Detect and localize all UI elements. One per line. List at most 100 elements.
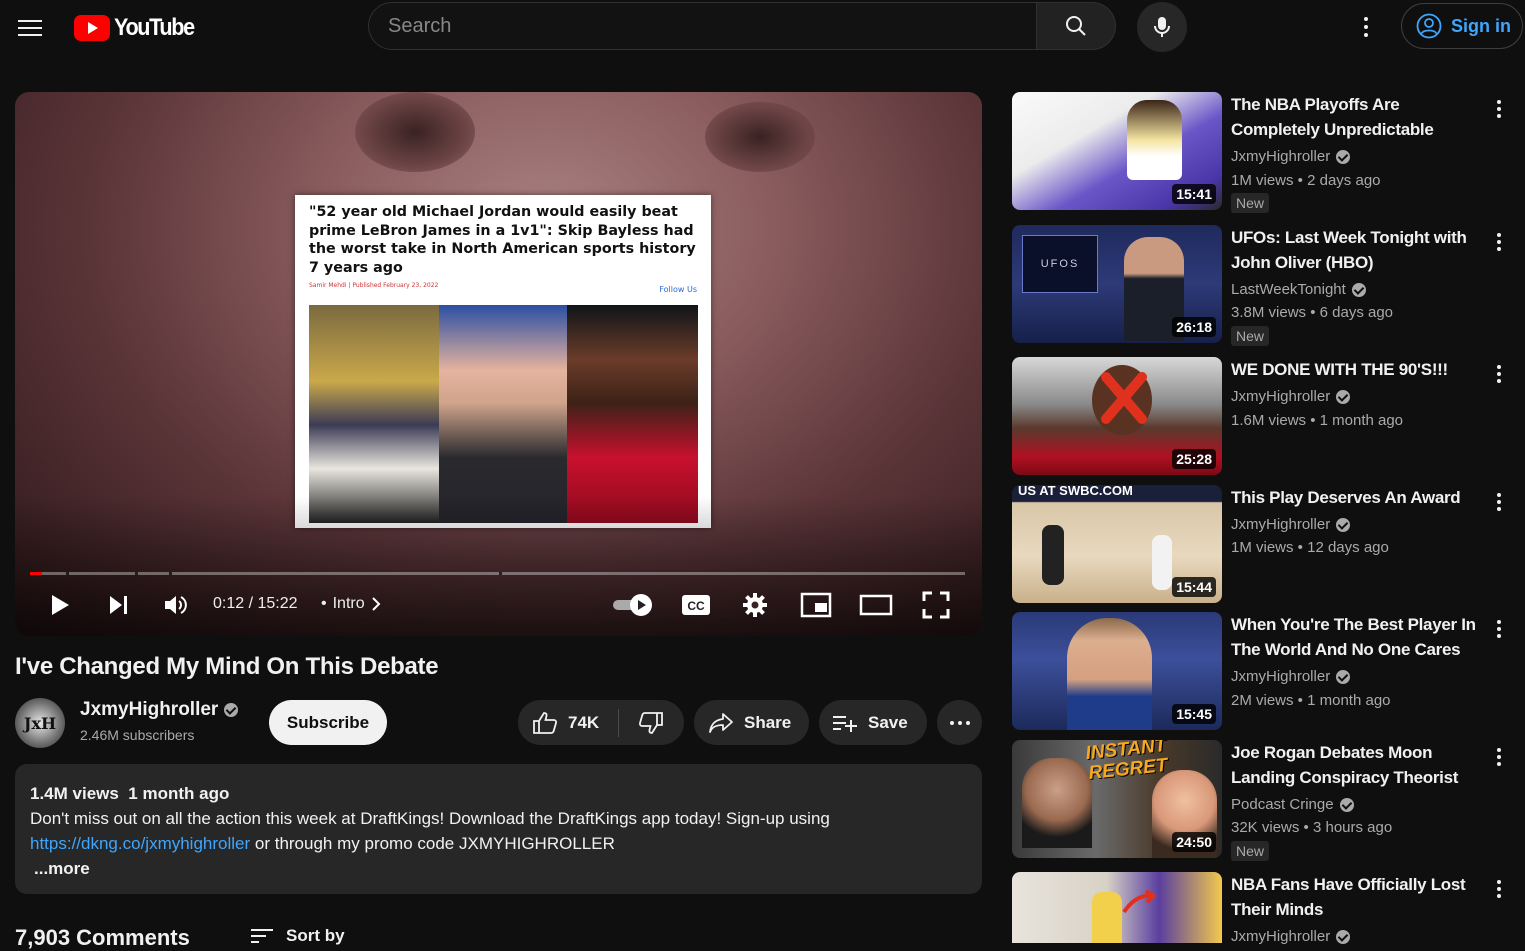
rec-age: 1 month ago — [1307, 692, 1391, 709]
recommendation-channel[interactable]: JxmyHighroller — [1231, 148, 1351, 165]
recommendation-title[interactable]: The NBA Playoffs Are Completely Unpredic… — [1231, 92, 1479, 142]
action-menu-icon[interactable] — [1493, 746, 1505, 768]
action-menu-icon[interactable] — [1493, 878, 1505, 900]
progress-bar[interactable] — [30, 572, 965, 575]
like-count: 74K — [568, 712, 600, 732]
recommendation-item[interactable]: INSTANT REGRET 24:50 Joe Rogan Debates M… — [1012, 740, 1512, 861]
rec-views: 32K views — [1231, 819, 1300, 836]
rec-age: 12 days ago — [1307, 539, 1389, 556]
progress-played — [30, 572, 43, 575]
description-link[interactable]: https://dkng.co/jxmyhighroller — [30, 834, 250, 853]
comments-count: 7,903 Comments — [15, 925, 190, 950]
miniplayer-button[interactable] — [799, 590, 833, 620]
channel-avatar[interactable]: JxH — [15, 698, 65, 748]
recommendation-title[interactable]: WE DONE WITH THE 90'S!!! — [1231, 357, 1479, 382]
verified-badge-icon — [1336, 669, 1351, 684]
recommendation-item[interactable]: US AT SWBC.COM 15:44 This Play Deserves … — [1012, 485, 1512, 603]
recommendation-item[interactable]: UFOS 26:18 UFOs: Last Week Tonight with … — [1012, 225, 1512, 346]
fullscreen-button[interactable] — [920, 590, 952, 620]
new-badge: New — [1231, 193, 1270, 213]
rec-views: 1M views — [1231, 539, 1294, 556]
theater-mode-button[interactable] — [858, 590, 894, 620]
verified-badge-icon — [1336, 517, 1351, 532]
description-line: https://dkng.co/jxmyhighroller or throug… — [30, 831, 967, 856]
recommendation-channel[interactable]: Podcast Cringe — [1231, 796, 1354, 813]
video-thumbnail[interactable]: 25:28 — [1012, 357, 1222, 475]
search-box — [368, 2, 1036, 50]
play-button[interactable] — [45, 590, 75, 620]
recommendation-title[interactable]: UFOs: Last Week Tonight with John Oliver… — [1231, 225, 1479, 275]
recommendation-channel[interactable]: JxmyHighroller — [1231, 928, 1351, 945]
action-menu-icon[interactable] — [1493, 491, 1505, 513]
video-duration: 15:44 — [1172, 577, 1216, 597]
dislike-button[interactable] — [619, 700, 683, 745]
video-duration: 25:28 — [1172, 449, 1216, 469]
video-player[interactable]: "52 year old Michael Jordan would easily… — [15, 92, 982, 636]
description-box[interactable]: 1.4M views 1 month ago Don't miss out on… — [15, 764, 982, 894]
search-button[interactable] — [1036, 2, 1116, 50]
action-menu-icon[interactable] — [1493, 231, 1505, 253]
recommendation-item[interactable]: 25:28 WE DONE WITH THE 90'S!!! JxmyHighr… — [1012, 357, 1512, 475]
video-thumbnail[interactable] — [1012, 872, 1222, 943]
recommendation-item[interactable]: 15:45 When You're The Best Player In The… — [1012, 612, 1512, 730]
recommendation-channel[interactable]: JxmyHighroller — [1231, 388, 1351, 405]
menu-icon[interactable] — [18, 16, 42, 36]
play-icon — [52, 595, 69, 615]
recommendation-title[interactable]: When You're The Best Player In The World… — [1231, 612, 1479, 662]
logo-text: YouTube — [114, 14, 195, 41]
current-time: 0:12 — [213, 595, 245, 612]
recommendation-channel[interactable]: JxmyHighroller — [1231, 668, 1351, 685]
action-menu-icon[interactable] — [1493, 618, 1505, 640]
chapter-dot: • — [321, 595, 327, 612]
recommendation-meta: 1M views • 2 days ago — [1231, 172, 1381, 189]
channel-label: LastWeekTonight — [1231, 281, 1346, 298]
channel-name-link[interactable]: JxmyHighroller — [80, 699, 239, 721]
video-thumbnail[interactable]: 15:41 — [1012, 92, 1222, 210]
microphone-icon — [1154, 17, 1170, 37]
video-thumbnail[interactable]: 15:45 — [1012, 612, 1222, 730]
player-figure — [1092, 892, 1122, 943]
chevron-right-icon — [371, 597, 381, 611]
more-actions-button[interactable] — [937, 700, 982, 745]
thumbs-up-icon — [533, 711, 558, 734]
youtube-play-icon — [74, 15, 110, 41]
like-button[interactable]: 74K — [518, 700, 618, 745]
video-thumbnail[interactable]: UFOS 26:18 — [1012, 225, 1222, 343]
article-follow-link: Follow Us — [659, 285, 697, 294]
share-button[interactable]: Share — [694, 700, 809, 745]
settings-menu-icon[interactable] — [1355, 14, 1377, 40]
mute-button[interactable] — [161, 590, 191, 620]
next-button[interactable] — [104, 590, 134, 620]
subscribe-button[interactable]: Subscribe — [269, 700, 387, 745]
recommendation-meta: 2M views • 1 month ago — [1231, 692, 1391, 709]
action-menu-icon[interactable] — [1493, 363, 1505, 385]
action-menu-icon[interactable] — [1493, 98, 1505, 120]
recommendation-meta: 3.8M views • 6 days ago — [1231, 304, 1394, 321]
subtitles-button[interactable]: CC — [679, 592, 713, 618]
save-button[interactable]: Save — [819, 700, 927, 745]
youtube-logo[interactable]: YouTube — [74, 14, 203, 42]
voice-search-button[interactable] — [1137, 2, 1187, 52]
video-thumbnail[interactable]: US AT SWBC.COM 15:44 — [1012, 485, 1222, 603]
autoplay-toggle[interactable] — [611, 592, 655, 618]
sort-by-button[interactable]: Sort by — [250, 926, 345, 946]
channel-label: JxmyHighroller — [1231, 928, 1331, 945]
sign-in-button[interactable]: Sign in — [1401, 3, 1523, 49]
playlist-add-icon — [833, 715, 857, 732]
search-input[interactable] — [369, 3, 1036, 49]
recommendation-channel[interactable]: LastWeekTonight — [1231, 281, 1366, 298]
chapter-button[interactable]: • Intro — [321, 595, 381, 613]
video-duration: 15:45 — [1172, 704, 1216, 724]
recommendation-title[interactable]: This Play Deserves An Award — [1231, 485, 1479, 510]
recommendation-title[interactable]: NBA Fans Have Officially Lost Their Mind… — [1231, 872, 1479, 922]
time-separator: / — [248, 595, 254, 612]
video-thumbnail[interactable]: INSTANT REGRET 24:50 — [1012, 740, 1222, 858]
description-line: Don't miss out on all the action this we… — [30, 809, 830, 828]
recommendation-title[interactable]: Joe Rogan Debates Moon Landing Conspirac… — [1231, 740, 1479, 790]
recommendation-item[interactable]: 15:41 The NBA Playoffs Are Completely Un… — [1012, 92, 1512, 213]
settings-button[interactable] — [740, 590, 770, 620]
recommendation-channel[interactable]: JxmyHighroller — [1231, 516, 1351, 533]
view-count: 1.4M views — [30, 784, 119, 803]
show-more-button[interactable]: ...more — [34, 856, 967, 881]
recommendation-item[interactable]: NBA Fans Have Officially Lost Their Mind… — [1012, 872, 1512, 945]
